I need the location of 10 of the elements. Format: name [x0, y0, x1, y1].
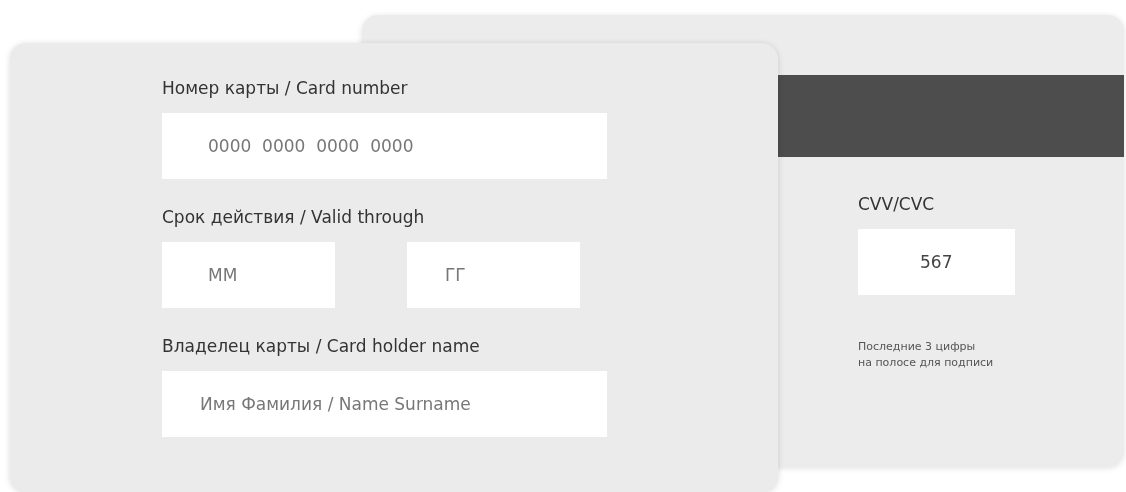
cvv-label: CVV/CVC	[858, 193, 936, 215]
month-field[interactable]: ММ	[162, 242, 335, 308]
card-number-field[interactable]: 0000 0000 0000 0000	[162, 113, 607, 179]
expiry-label: Срок действия / Valid through	[162, 206, 426, 228]
holder-label: Владелец карты / Card holder name	[162, 335, 481, 357]
cvv-hint: Последние 3 цифры на полосе для подписи	[858, 339, 995, 371]
holder-name-field[interactable]: Имя Фамилия / Name Surname	[162, 371, 607, 437]
year-field[interactable]: ГГ	[407, 242, 580, 308]
card-number-label: Номер карты / Card number	[162, 77, 409, 99]
cvv-field[interactable]: 567	[858, 229, 1015, 295]
